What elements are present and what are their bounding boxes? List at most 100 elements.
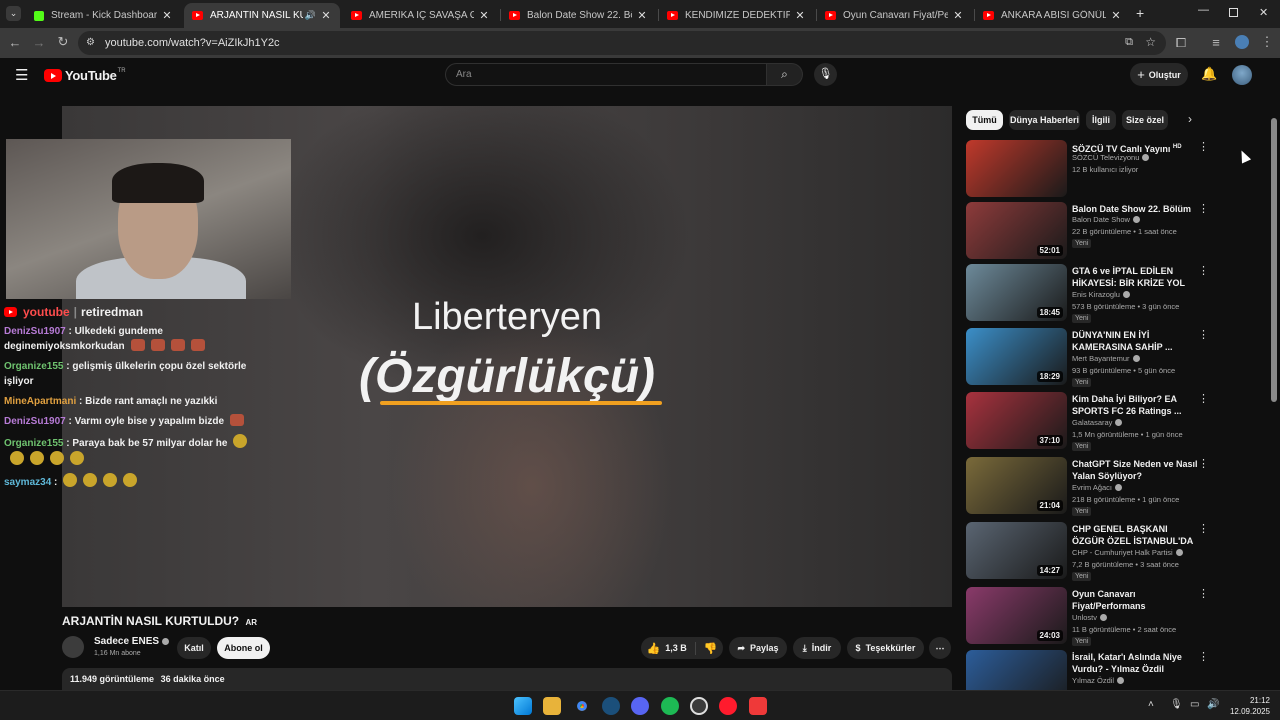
close-tab-icon[interactable]: ✕ (320, 9, 332, 22)
download-button[interactable]: ⤓ İndir (793, 637, 841, 659)
thanks-button[interactable]: $ Teşekkürler (847, 637, 924, 659)
subscribe-button[interactable]: Abone ol (217, 637, 270, 659)
description-box[interactable]: 11.949 görüntüleme 36 dakika önce (62, 668, 952, 690)
chip-for-you[interactable]: Size özel (1122, 110, 1168, 130)
forward-icon[interactable]: → (30, 35, 48, 50)
close-tab-icon[interactable]: ✕ (1110, 9, 1122, 22)
video-thumbnail[interactable]: 24:03 (966, 587, 1067, 644)
close-tab-icon[interactable]: ✕ (794, 9, 806, 22)
close-window-button[interactable]: ✕ (1259, 6, 1268, 19)
more-options-icon[interactable]: ⋮ (1198, 328, 1209, 341)
recommended-video[interactable]: 21:04 ChatGPT Size Neden ve Nasıl Yalan S… (966, 457, 1266, 516)
more-options-icon[interactable]: ⋮ (1198, 522, 1209, 535)
recommended-video[interactable]: SÖZCÜ TV Canlı Yayını HD SÖZCÜ Televizyon… (966, 140, 1266, 198)
browser-tab[interactable]: ANKARA ABİSİ GÖNÜL ZİYARE ✕ (975, 3, 1130, 28)
browser-tab[interactable]: Balon Date Show 22. Bölüm - Y ✕ (501, 3, 656, 28)
close-tab-icon[interactable]: ✕ (478, 9, 490, 22)
hamburger-menu-icon[interactable]: ☰ (15, 66, 28, 84)
discord-icon[interactable] (631, 697, 649, 715)
close-tab-icon[interactable]: ✕ (161, 9, 173, 22)
more-options-icon[interactable]: ⋮ (1198, 392, 1209, 405)
chip-all[interactable]: Tümü (966, 110, 1003, 130)
recommended-title[interactable]: ChatGPT Size Neden ve Nasıl Yalan Söylüy… (1072, 458, 1198, 482)
recommended-video[interactable]: 14:27 CHP GENEL BAŞKANI ÖZGÜR ÖZEL İSTANB… (966, 522, 1266, 581)
recommended-video[interactable]: 24:03 Oyun Canavarı Fiyat/Performans Bilg… (966, 587, 1266, 646)
recommended-channel[interactable]: Galatasaray (1072, 418, 1123, 427)
install-app-icon[interactable]: ⧉ (1125, 36, 1133, 49)
dislike-button[interactable]: 👎 (696, 642, 718, 655)
recommended-channel[interactable]: CHP - Cumhuriyet Halk Partisi (1072, 548, 1183, 557)
video-thumbnail[interactable]: 18:29 (966, 328, 1067, 385)
recommended-channel[interactable]: Evrim Ağacı (1072, 483, 1123, 492)
share-button[interactable]: ➦ Paylaş (729, 637, 787, 659)
recommended-channel[interactable]: Mert Bayantemur (1072, 354, 1140, 363)
site-info-icon[interactable]: ⚙ (86, 37, 95, 48)
recommended-video[interactable]: 52:01 Balon Date Show 22. Bölüm Balon Date… (966, 202, 1266, 260)
page-scrollbar[interactable] (1271, 118, 1277, 402)
search-input[interactable]: Ara (445, 63, 767, 86)
video-thumbnail[interactable]: 14:27 (966, 522, 1067, 579)
join-button[interactable]: Katıl (177, 637, 211, 659)
obs-icon[interactable] (690, 697, 708, 715)
video-thumbnail[interactable]: 18:45 (966, 264, 1067, 321)
more-options-icon[interactable]: ⋮ (1198, 587, 1209, 600)
bookmark-star-icon[interactable]: ☆ (1145, 35, 1156, 49)
more-options-icon[interactable]: ⋮ (1198, 264, 1209, 277)
network-icon[interactable]: ▭ (1190, 699, 1199, 710)
youtube-logo[interactable]: YouTube TR (44, 68, 126, 83)
recommended-video[interactable]: 37:10 Kim Daha İyi Biliyor? EA SPORTS FC … (966, 392, 1266, 451)
opera-icon[interactable] (719, 697, 737, 715)
video-thumbnail[interactable]: 52:01 (966, 202, 1067, 259)
channel-name[interactable]: Sadece ENES (94, 636, 170, 647)
voice-search-button[interactable]: 🎙 (814, 63, 837, 86)
recommended-channel[interactable]: Unlostv (1072, 613, 1108, 622)
steam-icon[interactable] (602, 697, 620, 715)
video-thumbnail[interactable] (966, 140, 1067, 197)
microphone-tray-icon[interactable]: 🎙 (1170, 699, 1183, 710)
search-button[interactable]: ⌕ (767, 63, 803, 86)
like-button[interactable]: 👍 1,3 B (647, 641, 696, 655)
browser-tab[interactable]: AMERİKA İÇ SAVAŞA GİDİYOR! ✕ (343, 3, 498, 28)
recommended-title[interactable]: Balon Date Show 22. Bölüm (1072, 203, 1198, 215)
speaker-icon[interactable]: 🔊 (305, 10, 316, 21)
more-options-icon[interactable]: ⋮ (1198, 202, 1209, 215)
chips-next-icon[interactable]: › (1188, 112, 1192, 126)
close-tab-icon[interactable]: ✕ (952, 9, 964, 22)
recommended-title[interactable]: GTA 6 ve İPTAL EDİLEN HİKAYESİ: BİR KRİZ… (1072, 265, 1198, 289)
video-thumbnail[interactable]: 37:10 (966, 392, 1067, 449)
vivaldi-icon[interactable] (749, 697, 767, 715)
recommended-channel[interactable]: SÖZCÜ Televizyonu (1072, 153, 1150, 162)
more-actions-button[interactable]: ⋯ (929, 637, 951, 659)
close-tab-icon[interactable]: ✕ (636, 9, 648, 22)
channel-avatar[interactable] (62, 636, 84, 658)
browser-tab[interactable]: Stream - Kick Dashboard ✕ (26, 3, 181, 28)
back-icon[interactable]: ← (6, 35, 24, 50)
chip-related[interactable]: İlgili (1086, 110, 1116, 130)
more-options-icon[interactable]: ⋮ (1198, 140, 1209, 153)
recommended-video[interactable]: 18:45 GTA 6 ve İPTAL EDİLEN HİKAYESİ: BİR… (966, 264, 1266, 323)
windows-start-icon[interactable] (514, 697, 532, 715)
chrome-icon[interactable] (573, 697, 591, 715)
recommended-channel[interactable]: Enis Kirazoglu (1072, 290, 1130, 299)
profile-avatar[interactable] (1235, 35, 1249, 49)
file-explorer-icon[interactable] (543, 697, 561, 715)
minimize-button[interactable]: — (1198, 4, 1209, 16)
restore-button[interactable] (1229, 8, 1238, 17)
recommended-video[interactable]: 18:29 DÜNYA'NIN EN İYİ KAMERASINA SAHİP .… (966, 328, 1266, 387)
notifications-bell-icon[interactable]: 🔔 (1201, 66, 1217, 82)
browser-tab[interactable]: Oyun Canavarı Fiyat/Performan ✕ (817, 3, 972, 28)
extensions-icon[interactable]: ⧠ (1172, 35, 1190, 51)
more-options-icon[interactable]: ⋮ (1198, 457, 1209, 470)
recommended-title[interactable]: CHP GENEL BAŞKANI ÖZGÜR ÖZEL İSTANBUL'DA… (1072, 523, 1198, 547)
video-thumbnail[interactable]: 21:04 (966, 457, 1067, 514)
address-bar[interactable]: ⚙ youtube.com/watch?v=AiZIkJh1Y2c ⧉ ☆ (78, 31, 1166, 55)
more-options-icon[interactable]: ⋮ (1198, 650, 1209, 663)
account-avatar[interactable] (1232, 65, 1252, 85)
recommended-channel[interactable]: Yılmaz Özdil (1072, 676, 1125, 685)
browser-menu-icon[interactable]: ⋮ (1258, 34, 1276, 50)
spotify-icon[interactable] (661, 697, 679, 715)
new-tab-button[interactable]: + (1136, 5, 1144, 21)
create-button[interactable]: + Oluştur (1130, 63, 1188, 86)
browser-tab[interactable]: KENDİMİZE DEDEKTİF TUTTUK ✕ (659, 3, 814, 28)
recommended-title[interactable]: Oyun Canavarı Fiyat/Performans Bilgisaya… (1072, 588, 1198, 612)
